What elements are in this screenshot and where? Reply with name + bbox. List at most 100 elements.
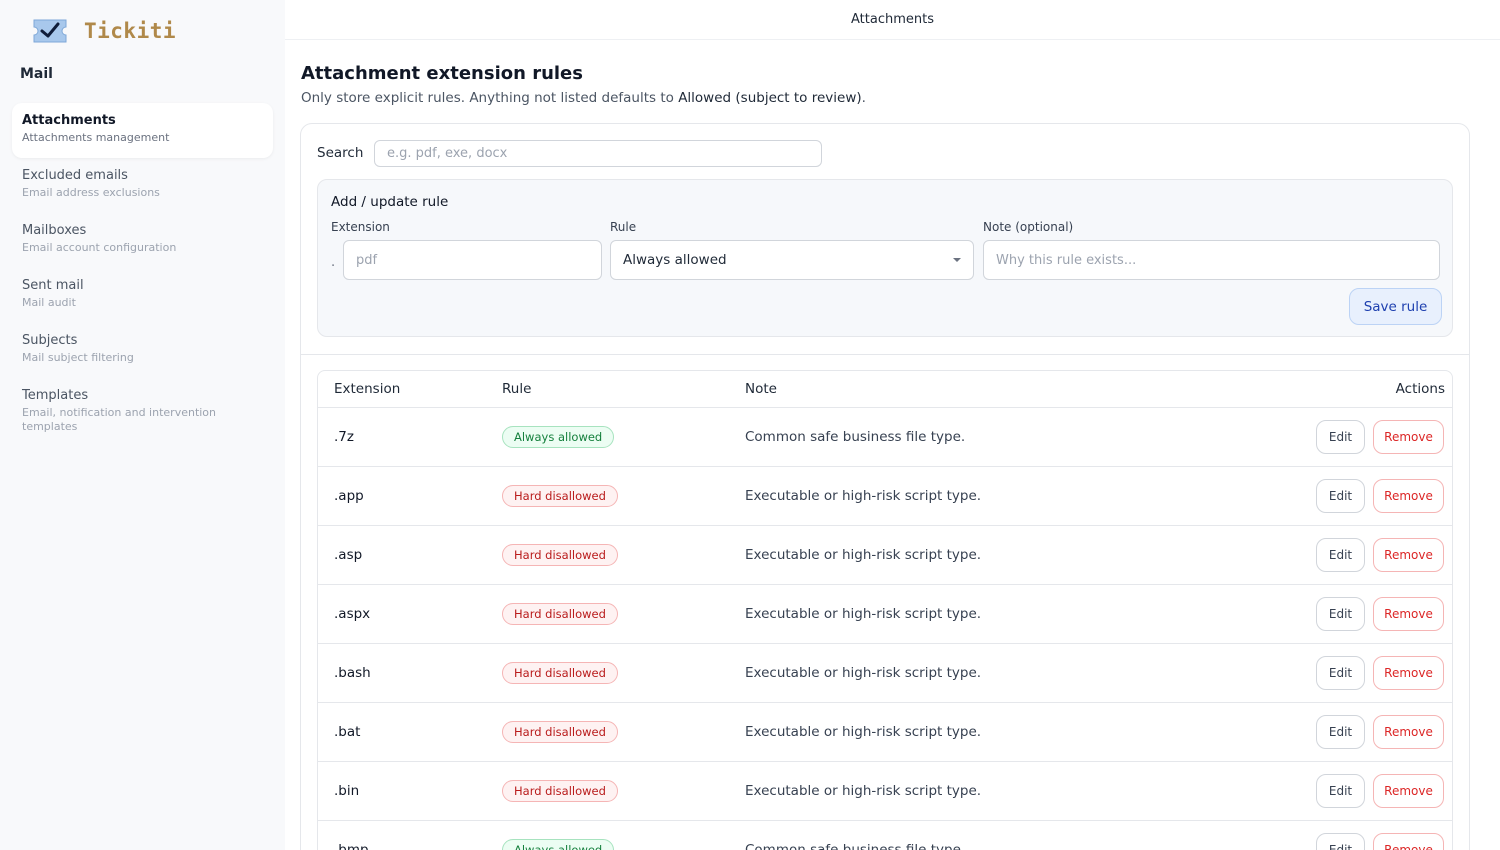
rules-table: Extension Rule Note Actions .7z Always al… (317, 370, 1453, 850)
brand-logo[interactable]: Tickiti (32, 18, 176, 44)
sidebar-item-mailboxes[interactable]: Mailboxes Email account configuration (12, 213, 273, 268)
remove-button[interactable]: Remove (1373, 833, 1444, 850)
edit-button[interactable]: Edit (1316, 774, 1365, 808)
extension-cell: .asp (334, 547, 363, 563)
edit-button[interactable]: Edit (1316, 715, 1365, 749)
note-cell: Executable or high-risk script type. (745, 606, 982, 622)
edit-button[interactable]: Edit (1316, 597, 1365, 631)
extension-cell: .bat (334, 724, 361, 740)
table-header: Extension Rule Note Actions (318, 371, 1452, 408)
remove-button[interactable]: Remove (1373, 538, 1444, 572)
extension-cell: .bash (334, 665, 371, 681)
sidebar-nav: Attachments Attachments management Exclu… (12, 103, 273, 433)
table-body: .7z Always allowed Common safe business fi… (318, 408, 1452, 850)
form-title: Add / update rule (331, 194, 449, 210)
top-header: Attachments (285, 0, 1500, 40)
rule-label: Rule (610, 220, 637, 234)
subtitle-text: Only store explicit rules. Anything not … (301, 90, 679, 106)
sidebar-item-label: Subjects (22, 333, 78, 348)
rules-card: Search Add / update rule Extension Rule … (300, 123, 1470, 850)
note-cell: Executable or high-risk script type. (745, 665, 982, 681)
rule-badge: Hard disallowed (502, 544, 618, 566)
edit-button[interactable]: Edit (1316, 420, 1365, 454)
search-label: Search (317, 145, 364, 161)
note-cell: Executable or high-risk script type. (745, 488, 982, 504)
table-row: .bat Hard disallowed Executable or high-ri… (318, 703, 1452, 762)
sidebar-item-label: Attachments (22, 113, 116, 128)
sidebar-item-label: Mailboxes (22, 223, 87, 238)
header-title: Attachments (851, 12, 934, 27)
extension-cell: .7z (334, 429, 354, 445)
rule-select[interactable]: Always allowed (610, 240, 974, 280)
sidebar-item-label: Sent mail (22, 278, 84, 293)
remove-button[interactable]: Remove (1373, 420, 1444, 454)
table-row: .bash Hard disallowed Executable or high-r… (318, 644, 1452, 703)
extension-input[interactable] (343, 240, 602, 280)
sidebar-item-excluded-emails[interactable]: Excluded emails Email address exclusions (12, 158, 273, 213)
rule-badge: Hard disallowed (502, 662, 618, 684)
rule-badge: Hard disallowed (502, 485, 618, 507)
caret-down-icon (953, 258, 961, 262)
ticket-check-icon (32, 18, 68, 44)
edit-button[interactable]: Edit (1316, 538, 1365, 572)
extension-cell: .aspx (334, 606, 371, 622)
remove-button[interactable]: Remove (1373, 479, 1444, 513)
section-divider (301, 354, 1469, 355)
extension-cell: .bin (334, 783, 360, 799)
note-label: Note (optional) (983, 220, 1074, 234)
brand-name: Tickiti (84, 19, 177, 43)
sidebar-item-subjects[interactable]: Subjects Mail subject filtering (12, 323, 273, 378)
sidebar-item-description: Email account configuration (22, 241, 177, 254)
save-rule-button[interactable]: Save rule (1349, 288, 1442, 325)
add-update-rule-form: Add / update rule Extension Rule Note (o… (317, 179, 1453, 337)
note-cell: Executable or high-risk script type. (745, 724, 982, 740)
note-cell: Executable or high-risk script type. (745, 783, 982, 799)
table-row: .aspx Hard disallowed Executable or high-r… (318, 585, 1452, 644)
extension-cell: .app (334, 488, 364, 504)
rule-badge: Always allowed (502, 426, 615, 448)
table-row: .asp Hard disallowed Executable or high-ri… (318, 526, 1452, 585)
sidebar-item-description: Email, notification and intervention tem… (22, 406, 217, 433)
rule-select-value: Always allowed (623, 252, 727, 268)
extension-cell: .bmp (334, 842, 369, 850)
edit-button[interactable]: Edit (1316, 833, 1365, 850)
column-header-rule: Rule (502, 381, 532, 397)
column-header-actions: Actions (1395, 381, 1445, 397)
sidebar-item-label: Excluded emails (22, 168, 128, 183)
note-input[interactable] (983, 240, 1440, 280)
page-title: Attachment extension rules (301, 63, 583, 84)
remove-button[interactable]: Remove (1373, 715, 1444, 749)
sidebar-item-label: Templates (22, 388, 89, 403)
note-cell: Executable or high-risk script type. (745, 547, 982, 563)
sidebar-item-sent-mail[interactable]: Sent mail Mail audit (12, 268, 273, 323)
sidebar-item-description: Mail audit (22, 296, 76, 309)
sidebar: Tickiti Mail Attachments Attachments man… (0, 0, 285, 850)
note-cell: Common safe business file type. (745, 842, 966, 850)
column-header-note: Note (745, 381, 777, 397)
sidebar-item-templates[interactable]: Templates Email, notification and interv… (12, 378, 273, 433)
subtitle-default-value: Allowed (subject to review) (678, 90, 862, 106)
rule-badge: Hard disallowed (502, 780, 618, 802)
sidebar-item-description: Attachments management (22, 131, 170, 144)
remove-button[interactable]: Remove (1373, 774, 1444, 808)
edit-button[interactable]: Edit (1316, 479, 1365, 513)
sidebar-item-description: Mail subject filtering (22, 351, 134, 364)
rule-badge: Always allowed (502, 839, 615, 850)
table-row: .7z Always allowed Common safe business fi… (318, 408, 1452, 467)
sidebar-item-attachments[interactable]: Attachments Attachments management (12, 103, 273, 158)
page-subtitle: Only store explicit rules. Anything not … (301, 90, 866, 106)
remove-button[interactable]: Remove (1373, 656, 1444, 690)
extension-label: Extension (331, 220, 390, 234)
note-cell: Common safe business file type. (745, 429, 966, 445)
rule-badge: Hard disallowed (502, 721, 618, 743)
edit-button[interactable]: Edit (1316, 656, 1365, 690)
table-row: .app Hard disallowed Executable or high-ri… (318, 467, 1452, 526)
table-row: .bin Hard disallowed Executable or high-ri… (318, 762, 1452, 821)
table-row: .bmp Always allowed Common safe business f… (318, 821, 1452, 850)
extension-prefix: . (331, 255, 336, 270)
sidebar-section-title: Mail (20, 66, 53, 82)
remove-button[interactable]: Remove (1373, 597, 1444, 631)
sidebar-item-description: Email address exclusions (22, 186, 160, 199)
subtitle-suffix: . (861, 90, 866, 106)
search-input[interactable] (374, 140, 822, 167)
